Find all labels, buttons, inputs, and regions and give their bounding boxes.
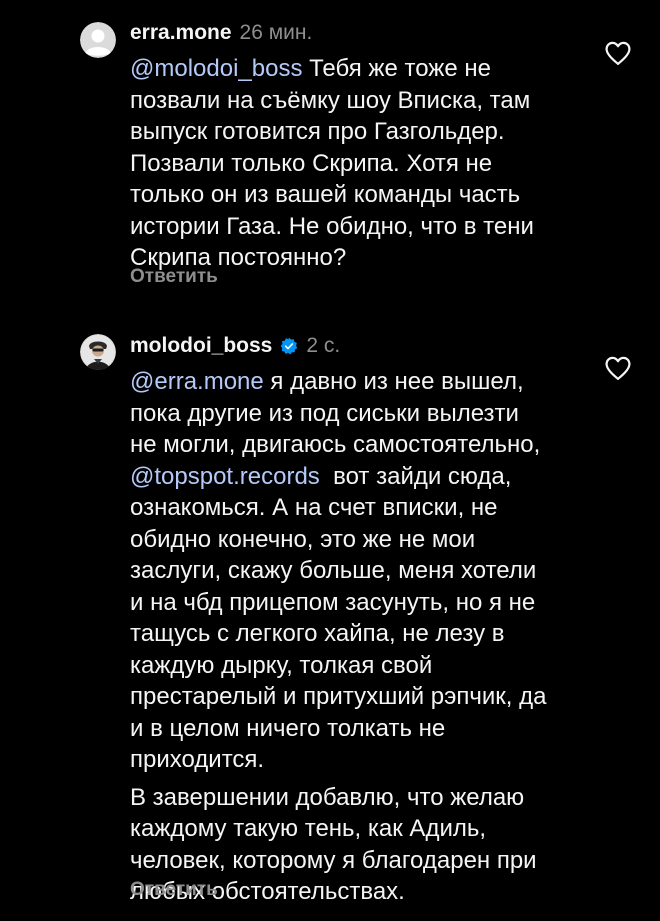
text-segment: приходится. — [130, 746, 265, 773]
text-segment: истории Газа. Не обидно, что в тени — [130, 212, 534, 240]
text-segment: каждому такую тень, как Адиль, — [130, 815, 487, 842]
comment-line: заслуги, скажу больше, меня хотели — [130, 555, 585, 587]
comment-line: @molodoi_boss Тебя же тоже не — [130, 53, 585, 85]
comment-line: и в целом ничего толкать не — [130, 713, 585, 745]
text-segment: ознакомься. А на счет вписки, не — [130, 494, 498, 521]
heart-outline-icon — [605, 356, 631, 380]
mention-link[interactable]: @topspot.records — [130, 463, 320, 490]
verified-badge-icon — [280, 337, 298, 355]
avatar[interactable] — [80, 22, 116, 58]
comment-header: molodoi_boss 2 с. — [130, 333, 585, 359]
comment-text: @molodoi_boss Тебя же тоже не позвали на … — [130, 53, 585, 274]
text-segment: только он из вашей команды часть — [130, 181, 521, 208]
text-segment: человек, которому я благодарен при — [130, 846, 537, 874]
comment-line: позвали на съёмку шоу Вписка, там — [130, 85, 585, 117]
default-avatar-icon — [80, 22, 116, 58]
heart-outline-icon — [605, 41, 631, 65]
comment-line: приходится. — [130, 744, 585, 776]
comment-header: erra.mone 26 мин. — [130, 20, 585, 46]
comment-line: тащусь с легкого хайпа, не лезу в — [130, 618, 585, 650]
comment-line: пока другие из под сиськи вылезти — [130, 398, 585, 430]
text-segment: престарелый и притухший рэпчик, да — [130, 683, 547, 710]
comment-line: человек, которому я благодарен при — [130, 845, 585, 877]
user-avatar-icon — [80, 334, 116, 370]
timestamp: 2 с. — [306, 334, 341, 357]
text-segment: Тебя же тоже не — [302, 55, 491, 82]
text-segment: каждую дырку, толкая свой — [130, 651, 433, 679]
comment-line: ознакомься. А на счет вписки, не — [130, 492, 585, 524]
comment-line: Позвали только Скрипа. Хотя не — [130, 148, 585, 180]
text-segment: выпуск готовится про Газгольдер. — [130, 118, 505, 145]
reply-button[interactable]: Ответить — [130, 266, 218, 288]
text-segment: заслуги, скажу больше, меня хотели — [130, 557, 537, 584]
text-segment: пока другие из под сиськи вылезти — [130, 399, 519, 427]
text-segment: и в целом ничего толкать не — [130, 714, 446, 742]
comment-line: престарелый и притухший рэпчик, да — [130, 681, 585, 713]
comment-line: @erra.mone я давно из нее вышел, — [130, 366, 585, 398]
comment-line: обидно конечно, это же не мои — [130, 524, 585, 556]
text-segment: позвали на съёмку шоу Вписка, там — [130, 86, 531, 114]
username[interactable]: erra.mone — [130, 21, 232, 45]
comment-line: каждому такую тень, как Адиль, — [130, 813, 585, 845]
comment-line: не могли, двигаюсь самостоятельно, — [130, 429, 585, 461]
avatar[interactable] — [80, 334, 116, 370]
timestamp: 26 мин. — [239, 21, 313, 44]
comment-line: истории Газа. Не обидно, что в тени — [130, 211, 585, 243]
comment-line: выпуск готовится про Газгольдер. — [130, 116, 585, 148]
comment-line: В завершении добавлю, что желаю — [130, 782, 585, 814]
like-button[interactable] — [604, 40, 632, 66]
text-segment: В завершении добавлю, что желаю — [130, 783, 525, 811]
comment-line: и на чбд прицепом засунуть, но я не — [130, 587, 585, 619]
mention-link[interactable]: @erra.mone — [130, 368, 264, 395]
text-segment: тащусь с легкого хайпа, не лезу в — [130, 620, 505, 647]
text-segment: Позвали только Скрипа. Хотя не — [130, 149, 493, 177]
like-button[interactable] — [604, 355, 632, 381]
text-segment: я давно из нее вышел, — [263, 368, 524, 395]
text-segment: обидно конечно, это же не мои — [130, 525, 476, 553]
text-segment: и на чбд прицепом засунуть, но я не — [130, 588, 536, 616]
text-segment: вот зайди сюда, — [319, 462, 512, 490]
text-segment: не могли, двигаюсь самостоятельно, — [130, 431, 541, 458]
comment-line: @topspot.records вот зайди сюда, — [130, 461, 585, 493]
comment-text: @erra.mone я давно из нее вышел, пока дру… — [130, 366, 585, 776]
comment-line: только он из вашей команды часть — [130, 179, 585, 211]
reply-button[interactable]: Ответить — [130, 879, 218, 901]
comment-line: каждую дырку, толкая свой — [130, 650, 585, 682]
username[interactable]: molodoi_boss — [130, 334, 272, 358]
mention-link[interactable]: @molodoi_boss — [130, 55, 302, 82]
